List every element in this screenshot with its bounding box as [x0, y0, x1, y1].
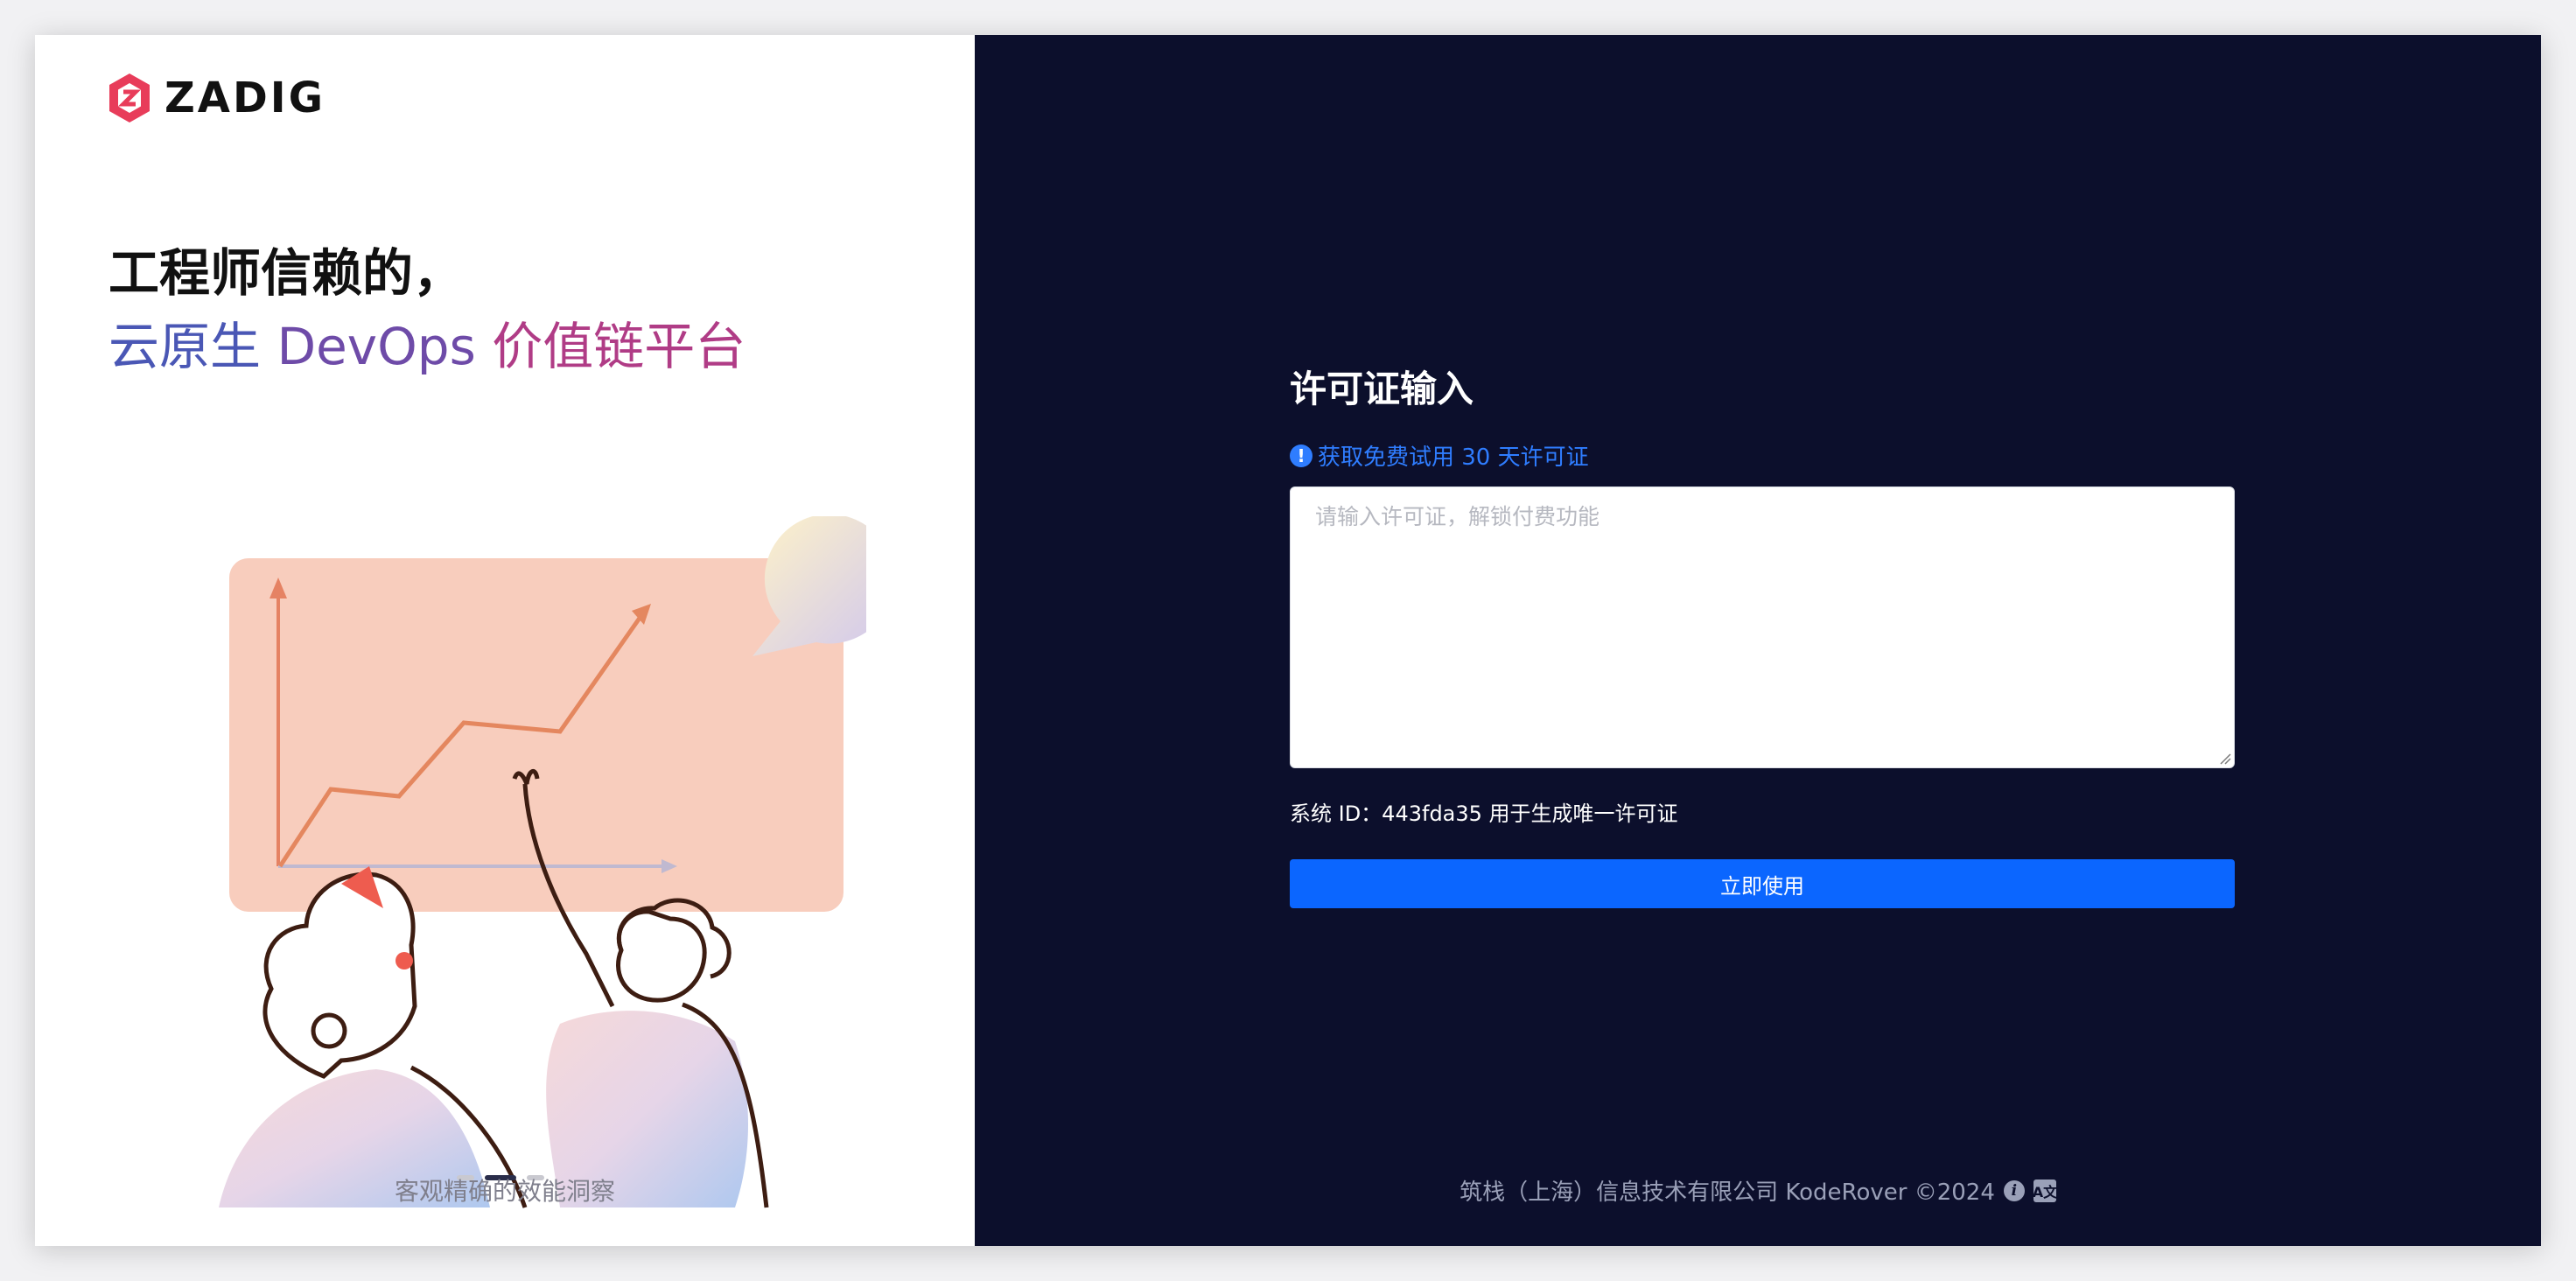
person-right-head: [616, 909, 707, 1003]
person-left-bun: [311, 1012, 347, 1049]
logo-text: ZADIG: [164, 74, 326, 122]
hero-heading-part3: 价值链平台: [492, 317, 746, 376]
teamwork-illustration: [219, 516, 866, 1208]
submit-button[interactable]: 立即使用: [1290, 859, 2235, 908]
brand-panel: ZADIG 工程师信赖的， 云原生 DevOps 价值链平台 客观精确的效能洞察: [35, 35, 975, 1246]
system-id-text: 系统 ID：443fda35 用于生成唯一许可证: [1290, 802, 1678, 826]
slide-caption: 客观精确的效能洞察: [394, 1177, 615, 1206]
hero-heading-part1: 云原生: [108, 317, 277, 376]
hero-heading-line2: 云原生 DevOps 价值链平台: [108, 317, 746, 378]
app-window: ZADIG 工程师信赖的， 云原生 DevOps 价值链平台 客观精确的效能洞察…: [35, 35, 2541, 1246]
pie-chart: [752, 516, 866, 656]
zadig-logo-icon: [109, 74, 150, 122]
trial-license-label: 获取免费试用 30 天许可证: [1318, 444, 1589, 471]
footer-copyright: 筑栈（上海）信息技术有限公司 KodeRover ©2024: [1460, 1180, 1995, 1206]
headset-mic: [396, 952, 413, 970]
translate-icon[interactable]: A文: [2033, 1179, 2057, 1202]
trial-license-link[interactable]: ! 获取免费试用 30 天许可证: [1290, 439, 1589, 472]
exclamation-circle-icon: !: [1290, 444, 1312, 467]
chart-board: [229, 558, 844, 912]
hero-heading-line1: 工程师信赖的，: [108, 243, 465, 303]
info-circle-icon[interactable]: i: [2003, 1180, 2025, 1201]
resize-handle-icon[interactable]: [2219, 752, 2231, 765]
logo: ZADIG: [107, 72, 326, 124]
license-input[interactable]: [1290, 486, 2235, 768]
hero-heading-part2: DevOps: [276, 317, 493, 376]
footer: 筑栈（上海）信息技术有限公司 KodeRover ©2024 i A文: [975, 1174, 2541, 1207]
form-title: 许可证输入: [1290, 368, 1474, 410]
